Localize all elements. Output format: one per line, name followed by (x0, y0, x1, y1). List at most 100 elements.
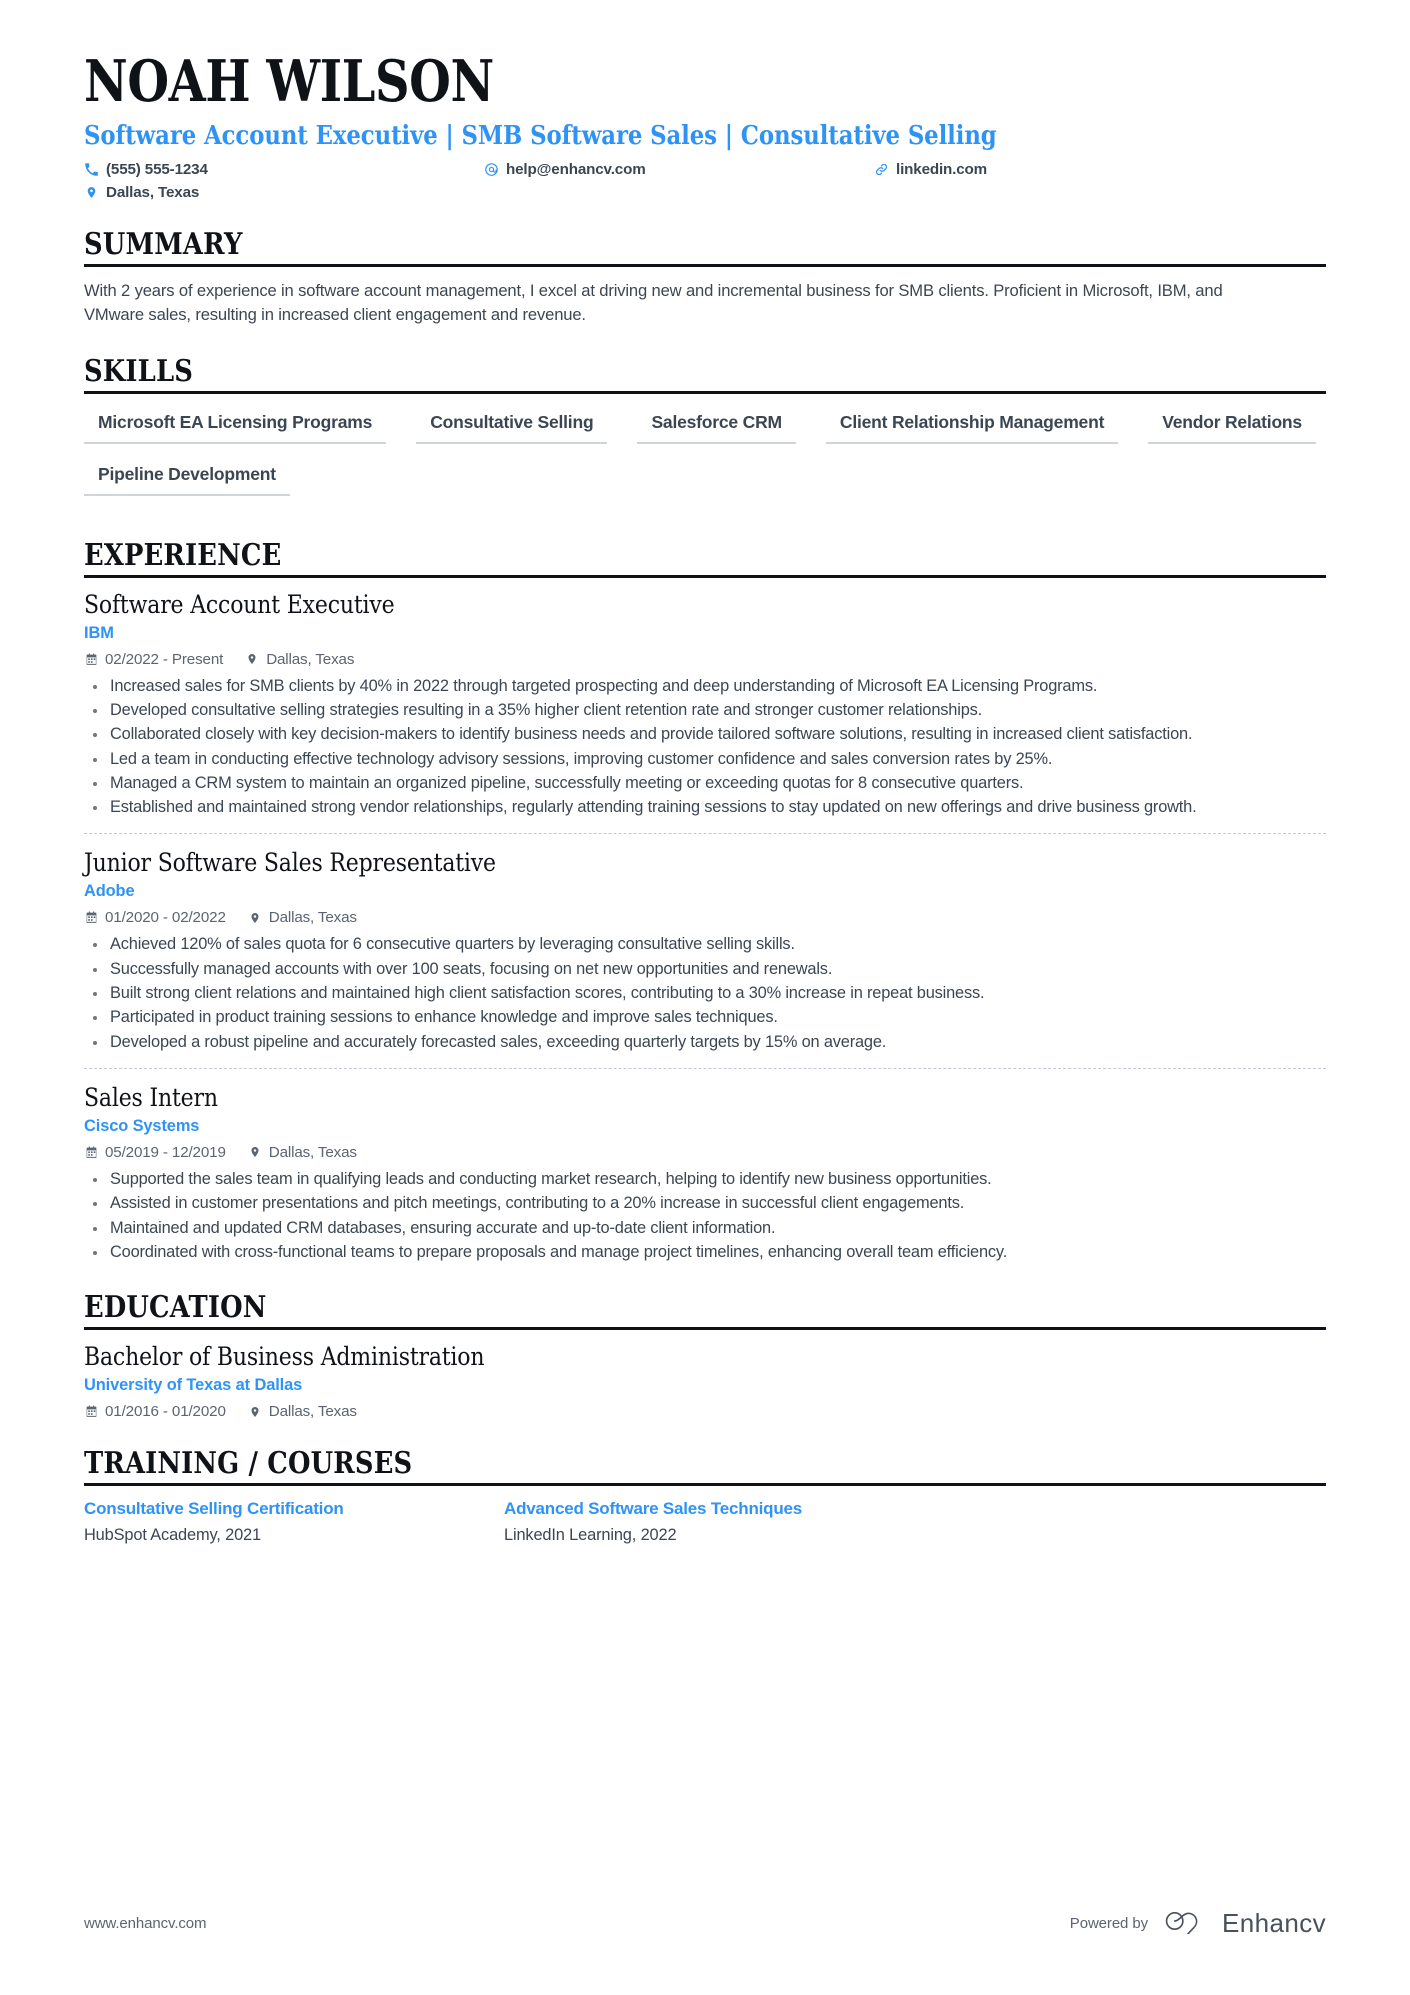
skill-item: Consultative Selling (416, 408, 608, 444)
calendar-icon (84, 1145, 98, 1159)
contact-column-left: (555) 555-1234 Dallas, Texas (84, 161, 484, 201)
entry-meta: 01/2020 - 02/2022 Dallas, Texas (84, 909, 1326, 926)
skills-list: Microsoft EA Licensing Programs Consulta… (84, 408, 1326, 512)
link-icon (874, 162, 889, 177)
date-range: 02/2022 - Present (84, 651, 223, 668)
contact-row: (555) 555-1234 Dallas, Texas help@enhanc… (84, 161, 1326, 201)
email-icon (484, 162, 499, 177)
bullet-item: Achieved 120% of sales quota for 6 conse… (84, 933, 1326, 956)
bullet-item: Maintained and updated CRM databases, en… (84, 1217, 1326, 1240)
professional-headline: Software Account Executive | SMB Softwar… (84, 120, 997, 152)
date-range: 05/2019 - 12/2019 (84, 1144, 226, 1161)
job-title: Junior Software Sales Representative (84, 848, 496, 878)
contact-linkedin[interactable]: linkedin.com (874, 161, 1326, 178)
course-provider: LinkedIn Learning, 2022 (504, 1526, 677, 1545)
contact-phone-label: (555) 555-1234 (106, 161, 208, 179)
calendar-icon (84, 911, 98, 925)
responsibility-list: Achieved 120% of sales quota for 6 conse… (84, 933, 1326, 1053)
calendar-icon (84, 1405, 98, 1419)
date-range-label: 05/2019 - 12/2019 (105, 1143, 226, 1161)
bullet-item: Collaborated closely with key decision-m… (84, 723, 1326, 746)
contact-linkedin-label: linkedin.com (896, 161, 988, 179)
course-name: Advanced Software Sales Techniques (504, 1499, 803, 1519)
section-courses: TRAINING / COURSES Consultative Selling … (84, 1446, 1326, 1545)
school-location: Dallas, Texas (248, 1403, 357, 1420)
contact-phone[interactable]: (555) 555-1234 (84, 161, 484, 178)
location-icon (84, 185, 99, 200)
education-entry: Bachelor of Business Administration Univ… (84, 1330, 1326, 1420)
responsibility-list: Supported the sales team in qualifying l… (84, 1168, 1326, 1264)
section-title-experience: EXPERIENCE (84, 537, 282, 573)
date-range-label: 01/2016 - 01/2020 (105, 1403, 226, 1421)
bullet-item: Successfully managed accounts with over … (84, 958, 1326, 981)
section-summary: SUMMARY With 2 years of experience in so… (84, 227, 1326, 327)
course-provider: HubSpot Academy, 2021 (84, 1526, 261, 1545)
entry-meta: 02/2022 - Present Dallas, Texas (84, 651, 1326, 668)
course-name: Consultative Selling Certification (84, 1499, 344, 1519)
location-icon (248, 1145, 262, 1159)
course-entry: Consultative Selling Certification HubSp… (84, 1498, 504, 1545)
powered-by-label: Powered by (1069, 1915, 1149, 1932)
bullet-item: Coordinated with cross-functional teams … (84, 1241, 1326, 1264)
contact-location-label: Dallas, Texas (106, 184, 200, 202)
date-range: 01/2016 - 01/2020 (84, 1403, 226, 1420)
resume-page: NOAH WILSON Software Account Executive |… (0, 0, 1410, 1995)
location-icon (248, 1405, 262, 1419)
company-name: IBM (84, 623, 114, 642)
job-location-label: Dallas, Texas (268, 909, 357, 927)
job-location: Dallas, Texas (245, 651, 354, 668)
contact-email[interactable]: help@enhancv.com (484, 161, 874, 178)
degree-title: Bachelor of Business Administration (84, 1342, 485, 1372)
bullet-item: Developed consultative selling strategie… (84, 699, 1326, 722)
job-location: Dallas, Texas (248, 909, 357, 926)
bullet-item: Increased sales for SMB clients by 40% i… (84, 675, 1326, 698)
skill-item: Salesforce CRM (637, 408, 796, 444)
footer-url[interactable]: www.enhancv.com (84, 1915, 207, 1932)
responsibility-list: Increased sales for SMB clients by 40% i… (84, 675, 1326, 820)
enhancv-brand: Enhancv (1164, 1908, 1326, 1939)
experience-entry: Junior Software Sales Representative Ado… (84, 833, 1326, 1053)
date-range: 01/2020 - 02/2022 (84, 909, 226, 926)
experience-entry: Sales Intern Cisco Systems 05/2019 - 12/… (84, 1067, 1326, 1264)
skill-item: Vendor Relations (1148, 408, 1316, 444)
section-education: EDUCATION Bachelor of Business Administr… (84, 1290, 1326, 1420)
calendar-icon (84, 652, 98, 666)
job-location-label: Dallas, Texas (266, 650, 355, 668)
bullet-item: Developed a robust pipeline and accurate… (84, 1031, 1326, 1054)
job-title: Sales Intern (84, 1082, 218, 1112)
company-name: Cisco Systems (84, 1116, 200, 1135)
experience-entry: Software Account Executive IBM 02/2022 -… (84, 578, 1326, 820)
entry-meta: 05/2019 - 12/2019 Dallas, Texas (84, 1144, 1326, 1161)
full-name: NOAH WILSON (84, 48, 494, 115)
skill-item: Microsoft EA Licensing Programs (84, 408, 387, 444)
bullet-item: Led a team in conducting effective techn… (84, 748, 1326, 771)
courses-list: Consultative Selling Certification HubSp… (84, 1498, 1326, 1545)
phone-icon (84, 162, 99, 177)
section-title-skills: SKILLS (84, 353, 194, 389)
bullet-item: Supported the sales team in qualifying l… (84, 1168, 1326, 1191)
contact-column-middle: help@enhancv.com (484, 161, 874, 178)
contact-email-label: help@enhancv.com (506, 161, 646, 179)
page-footer: www.enhancv.com Powered by Enhancv (84, 1908, 1326, 1939)
section-title-education: EDUCATION (84, 1290, 267, 1326)
school-name: University of Texas at Dallas (84, 1376, 303, 1395)
location-icon (248, 911, 262, 925)
summary-text: With 2 years of experience in software a… (84, 281, 1223, 325)
bullet-item: Built strong client relations and mainta… (84, 982, 1326, 1005)
bullet-item: Established and maintained strong vendor… (84, 796, 1326, 819)
skill-item: Pipeline Development (84, 460, 290, 496)
section-experience: EXPERIENCE Software Account Executive IB… (84, 538, 1326, 1264)
section-title-summary: SUMMARY (84, 227, 243, 263)
section-skills: SKILLS Microsoft EA Licensing Programs C… (84, 354, 1326, 512)
bullet-item: Managed a CRM system to maintain an orga… (84, 772, 1326, 795)
bullet-item: Assisted in customer presentations and p… (84, 1192, 1326, 1215)
contact-column-right: linkedin.com (874, 161, 1326, 178)
entry-meta: 01/2016 - 01/2020 Dallas, Texas (84, 1403, 1326, 1420)
date-range-label: 02/2022 - Present (105, 650, 224, 668)
resume-header: NOAH WILSON Software Account Executive |… (84, 0, 1326, 202)
location-icon (245, 652, 259, 666)
job-location-label: Dallas, Texas (268, 1143, 357, 1161)
company-name: Adobe (84, 882, 135, 901)
job-title: Software Account Executive (84, 589, 395, 619)
powered-by-block: Powered by Enhancv (1070, 1908, 1326, 1939)
